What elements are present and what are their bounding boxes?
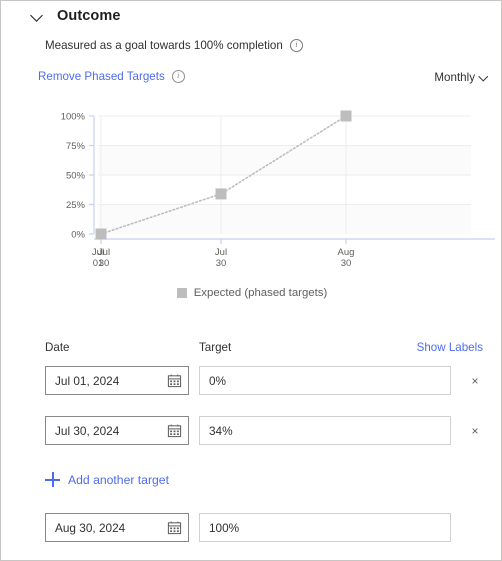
date-value: Aug 30, 2024 bbox=[55, 520, 126, 535]
date-value: Jul 30, 2024 bbox=[55, 423, 120, 438]
y-tick-label: 75% bbox=[66, 141, 86, 152]
target-value: 100% bbox=[209, 520, 240, 535]
target-input-1[interactable]: 34% bbox=[199, 416, 451, 445]
x-tick-label-line2: 30 bbox=[99, 258, 110, 269]
chart-canvas: 100% 75% 50% 25% 0% Jul 01 Jul 30 Jul 30… bbox=[61, 110, 495, 269]
remove-phased-targets-row: Remove Phased Targets bbox=[38, 70, 185, 83]
phased-targets-chart: 100% 75% 50% 25% 0% Jul 01 Jul 30 Jul 30… bbox=[1, 101, 501, 316]
outcome-section-header[interactable]: Outcome bbox=[31, 5, 121, 27]
x-tick-label-line2: 30 bbox=[341, 258, 352, 269]
x-tick-label-line2: 30 bbox=[216, 258, 227, 269]
measurement-description: Measured as a goal towards 100% completi… bbox=[45, 39, 303, 52]
calendar-icon[interactable] bbox=[167, 373, 182, 388]
chart-y-tick-labels: 100% 75% 50% 25% 0% bbox=[61, 112, 86, 241]
plus-icon bbox=[45, 472, 60, 487]
y-tick-label: 0% bbox=[71, 230, 85, 241]
add-another-target-button[interactable]: Add another target bbox=[45, 472, 169, 487]
show-labels-link[interactable]: Show Labels bbox=[417, 341, 483, 354]
y-tick-label: 50% bbox=[66, 171, 86, 182]
info-icon[interactable] bbox=[171, 70, 185, 83]
x-tick-label-line1: Jul bbox=[215, 247, 227, 258]
target-value: 0% bbox=[209, 373, 227, 388]
page-title: Outcome bbox=[57, 8, 121, 24]
cadence-value: Monthly bbox=[434, 71, 475, 84]
y-tick-label: 100% bbox=[61, 112, 86, 123]
date-input-0[interactable]: Jul 01, 2024 bbox=[45, 366, 189, 395]
date-input-1[interactable]: Jul 30, 2024 bbox=[45, 416, 189, 445]
date-value: Jul 01, 2024 bbox=[55, 373, 120, 388]
calendar-icon[interactable] bbox=[167, 423, 182, 438]
calendar-icon[interactable] bbox=[167, 520, 182, 535]
chevron-down-icon[interactable] bbox=[31, 9, 45, 23]
remove-target-button-0[interactable]: × bbox=[469, 375, 481, 387]
chart-x-tick-labels: Jul 01 Jul 30 Jul 30 Aug 30 bbox=[92, 247, 355, 269]
legend-label: Expected (phased targets) bbox=[193, 287, 328, 299]
target-input-2[interactable]: 100% bbox=[199, 513, 451, 542]
x-tick-label-line1: Jul bbox=[98, 247, 110, 258]
add-another-target-label: Add another target bbox=[68, 472, 169, 487]
target-value: 34% bbox=[209, 423, 233, 438]
target-input-0[interactable]: 0% bbox=[199, 366, 451, 395]
chart-data-point[interactable] bbox=[215, 188, 227, 200]
chart-data-point[interactable] bbox=[340, 110, 352, 122]
chart-legend: Expected (phased targets) bbox=[1, 287, 501, 299]
chart-x-axis bbox=[94, 238, 495, 244]
chart-data-point[interactable] bbox=[95, 228, 107, 240]
chart-y-axis bbox=[89, 115, 95, 235]
table-row: Jul 01, 2024 0% × bbox=[1, 366, 501, 396]
y-tick-label: 25% bbox=[66, 200, 86, 211]
remove-target-button-1[interactable]: × bbox=[469, 425, 481, 437]
legend-swatch-icon bbox=[176, 288, 187, 298]
measurement-description-text: Measured as a goal towards 100% completi… bbox=[45, 39, 283, 52]
outcome-panel: Outcome Measured as a goal towards 100% … bbox=[0, 0, 502, 561]
date-input-2[interactable]: Aug 30, 2024 bbox=[45, 513, 189, 542]
targets-table-header: Date Target Show Labels bbox=[1, 341, 501, 359]
table-row: Aug 30, 2024 100% bbox=[1, 513, 501, 543]
x-tick-label-line1: Aug bbox=[338, 247, 355, 258]
table-row: Jul 30, 2024 34% × bbox=[1, 416, 501, 446]
info-icon[interactable] bbox=[289, 39, 303, 52]
chevron-down-icon bbox=[480, 73, 489, 82]
remove-phased-targets-link[interactable]: Remove Phased Targets bbox=[38, 70, 165, 83]
column-header-target: Target bbox=[199, 341, 232, 354]
cadence-dropdown[interactable]: Monthly bbox=[434, 71, 489, 84]
column-header-date: Date bbox=[45, 341, 70, 354]
